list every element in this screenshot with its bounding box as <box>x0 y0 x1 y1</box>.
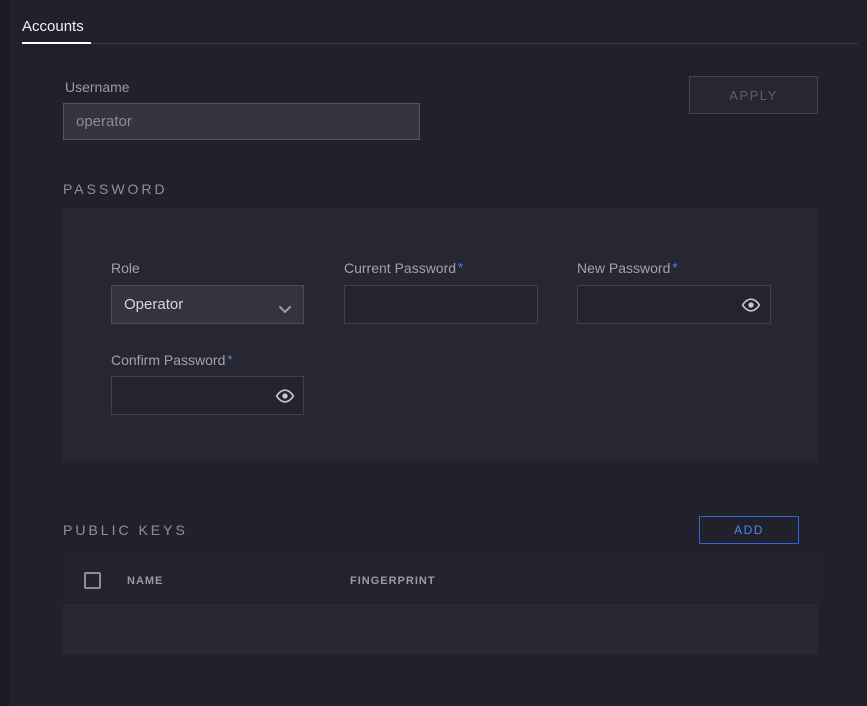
username-label: Username <box>65 79 130 95</box>
accounts-page: Accounts Username APPLY PASSWORD Role Op… <box>0 0 867 706</box>
public-keys-table-header: NAME FINGERPRINT <box>63 556 819 606</box>
role-select[interactable]: Operator <box>111 285 304 324</box>
column-header-name: NAME <box>127 575 163 587</box>
tab-divider <box>22 43 858 44</box>
tab-accounts[interactable]: Accounts <box>22 18 84 35</box>
required-marker: * <box>672 260 677 275</box>
required-marker: * <box>458 260 463 275</box>
role-label: Role <box>111 260 140 276</box>
left-edge <box>0 0 10 706</box>
current-password-input[interactable] <box>344 285 538 324</box>
tab-active-underline <box>22 42 91 44</box>
add-public-key-button[interactable]: ADD <box>699 516 799 544</box>
username-input[interactable] <box>63 103 420 140</box>
apply-button[interactable]: APPLY <box>689 76 818 114</box>
public-keys-section-title: PUBLIC KEYS <box>63 522 188 538</box>
password-section-title: PASSWORD <box>63 181 168 197</box>
public-keys-empty-row <box>63 607 819 655</box>
required-marker: * <box>227 352 232 367</box>
password-panel <box>63 208 819 463</box>
select-all-checkbox[interactable] <box>84 572 101 589</box>
confirm-password-label: Confirm Password* <box>111 352 232 368</box>
show-password-icon[interactable] <box>275 386 295 406</box>
current-password-label: Current Password* <box>344 260 463 276</box>
role-select-value: Operator <box>124 296 183 313</box>
show-password-icon[interactable] <box>741 295 761 315</box>
new-password-label: New Password* <box>577 260 677 276</box>
chevron-down-icon <box>279 301 291 318</box>
column-header-fingerprint: FINGERPRINT <box>350 575 436 587</box>
